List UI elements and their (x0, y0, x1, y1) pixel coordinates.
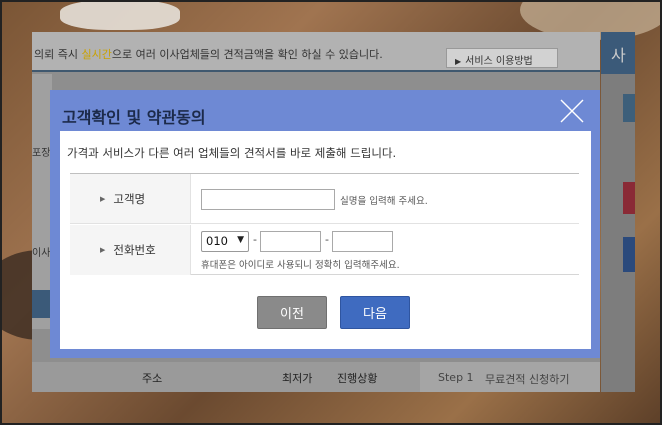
notice-prefix: 의뢰 즉시 (34, 48, 82, 61)
customer-form: ▶ 고객명 실명을 입력해 주세요. ▶ 전화번호 010 ▼ - - 휴대폰은… (70, 173, 579, 275)
intro-text: 가격과 서비스가 다른 여러 업체들의 견적서를 바로 제출해 드립니다. (67, 146, 397, 160)
footer-lowest: 최저가 (282, 372, 313, 385)
name-row: ▶ 고객명 실명을 입력해 주세요. (70, 174, 579, 224)
phone-hint: 휴대폰은 아이디로 사용되니 정확히 입력해주세요. (201, 260, 400, 271)
dialog-body: 가격과 서비스가 다른 여러 업체들의 견적서를 바로 제출해 드립니다. ▶ … (60, 131, 591, 349)
phone-prefix-value: 010 (206, 234, 228, 248)
footer-address: 주소 (142, 372, 163, 385)
chevron-down-icon: ▼ (237, 235, 244, 245)
step-indicator: Step 1 무료견적 신청하기 (420, 362, 600, 392)
play-icon: ▶ (455, 57, 462, 66)
step-text: 무료견적 신청하기 (485, 373, 570, 386)
phone-prefix-select[interactable]: 010 ▼ (201, 231, 249, 252)
customer-dialog: 고객확인 및 약관동의 가격과 서비스가 다른 여러 업체들의 견적서를 바로 … (50, 90, 600, 358)
footer-row: 주소 최저가 진행상황 Step 1 무료견적 신청하기 (32, 362, 600, 392)
bullet-arrow-icon: ▶ (100, 194, 106, 203)
right-panel: 사 (601, 32, 635, 392)
notice-highlight: 실시간 (81, 48, 112, 61)
phone-row: ▶ 전화번호 010 ▼ - - 휴대폰은 아이디로 사용되니 정확히 입력해주… (70, 225, 579, 275)
service-guide-button[interactable]: ▶ 서비스 이용방법 (446, 48, 558, 68)
dialog-title: 고객확인 및 약관동의 (62, 108, 206, 127)
background-decoration (60, 0, 180, 30)
name-hint: 실명을 입력해 주세요. (340, 196, 428, 207)
step-label: Step 1 (438, 371, 474, 384)
phone-label-cell: ▶ 전화번호 (70, 225, 191, 275)
previous-button[interactable]: 이전 (257, 296, 327, 329)
left-fragment: 포장 (32, 148, 51, 159)
phone-separator: - (325, 233, 329, 246)
service-guide-label: 서비스 이용방법 (465, 56, 533, 67)
right-fragment (623, 237, 635, 272)
bullet-arrow-icon: ▶ (100, 246, 106, 254)
next-button[interactable]: 다음 (340, 296, 410, 329)
phone-label: 전화번호 (113, 243, 156, 257)
close-icon[interactable] (558, 97, 586, 125)
right-header: 사 (601, 32, 635, 74)
right-fragment (623, 182, 635, 214)
left-fragment: 이사 (32, 248, 51, 259)
name-label-cell: ▶ 고객명 (70, 174, 191, 223)
phone-separator: - (253, 233, 257, 246)
phone-last-input[interactable] (332, 231, 393, 252)
name-label: 고객명 (113, 191, 146, 206)
notice-suffix: 으로 여러 이사업체들의 견적금액을 확인 하실 수 있습니다. (111, 48, 383, 61)
phone-middle-input[interactable] (260, 231, 321, 252)
footer-status: 진행상황 (337, 372, 378, 385)
right-fragment (623, 94, 635, 122)
name-input[interactable] (201, 189, 335, 210)
